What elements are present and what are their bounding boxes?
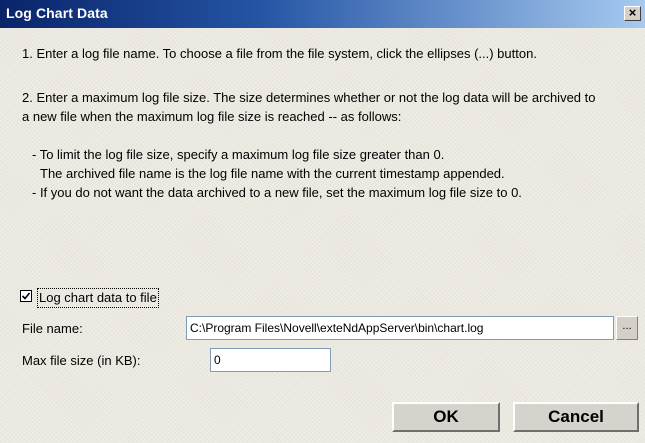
checkmark-icon xyxy=(21,292,31,300)
browse-file-button[interactable]: ... xyxy=(616,316,638,340)
instruction-bullet-2: - If you do not want the data archived t… xyxy=(32,185,522,200)
max-file-size-label: Max file size (in KB): xyxy=(22,353,141,368)
log-to-file-checkbox[interactable] xyxy=(20,290,32,302)
log-to-file-label[interactable]: Log chart data to file xyxy=(37,288,159,308)
instruction-step-2-line-2: a new file when the maximum log file siz… xyxy=(22,109,402,124)
ok-button[interactable]: OK xyxy=(392,402,500,432)
close-button[interactable]: × xyxy=(624,6,641,21)
max-file-size-input[interactable] xyxy=(210,348,331,372)
close-icon: × xyxy=(628,5,637,20)
file-name-input[interactable] xyxy=(186,316,614,340)
instruction-bullet-1-line-1: - To limit the log file size, specify a … xyxy=(32,147,445,162)
instruction-step-1: 1. Enter a log file name. To choose a fi… xyxy=(22,46,537,61)
log-chart-data-dialog: Log Chart Data × 1. Enter a log file nam… xyxy=(0,0,645,443)
instruction-step-2-line-1: 2. Enter a maximum log file size. The si… xyxy=(22,90,596,105)
cancel-button[interactable]: Cancel xyxy=(513,402,639,432)
file-name-label: File name: xyxy=(22,321,83,336)
dialog-title: Log Chart Data xyxy=(6,5,108,21)
instruction-bullet-1-line-2: The archived file name is the log file n… xyxy=(40,166,505,181)
title-bar[interactable]: Log Chart Data × xyxy=(0,0,645,28)
